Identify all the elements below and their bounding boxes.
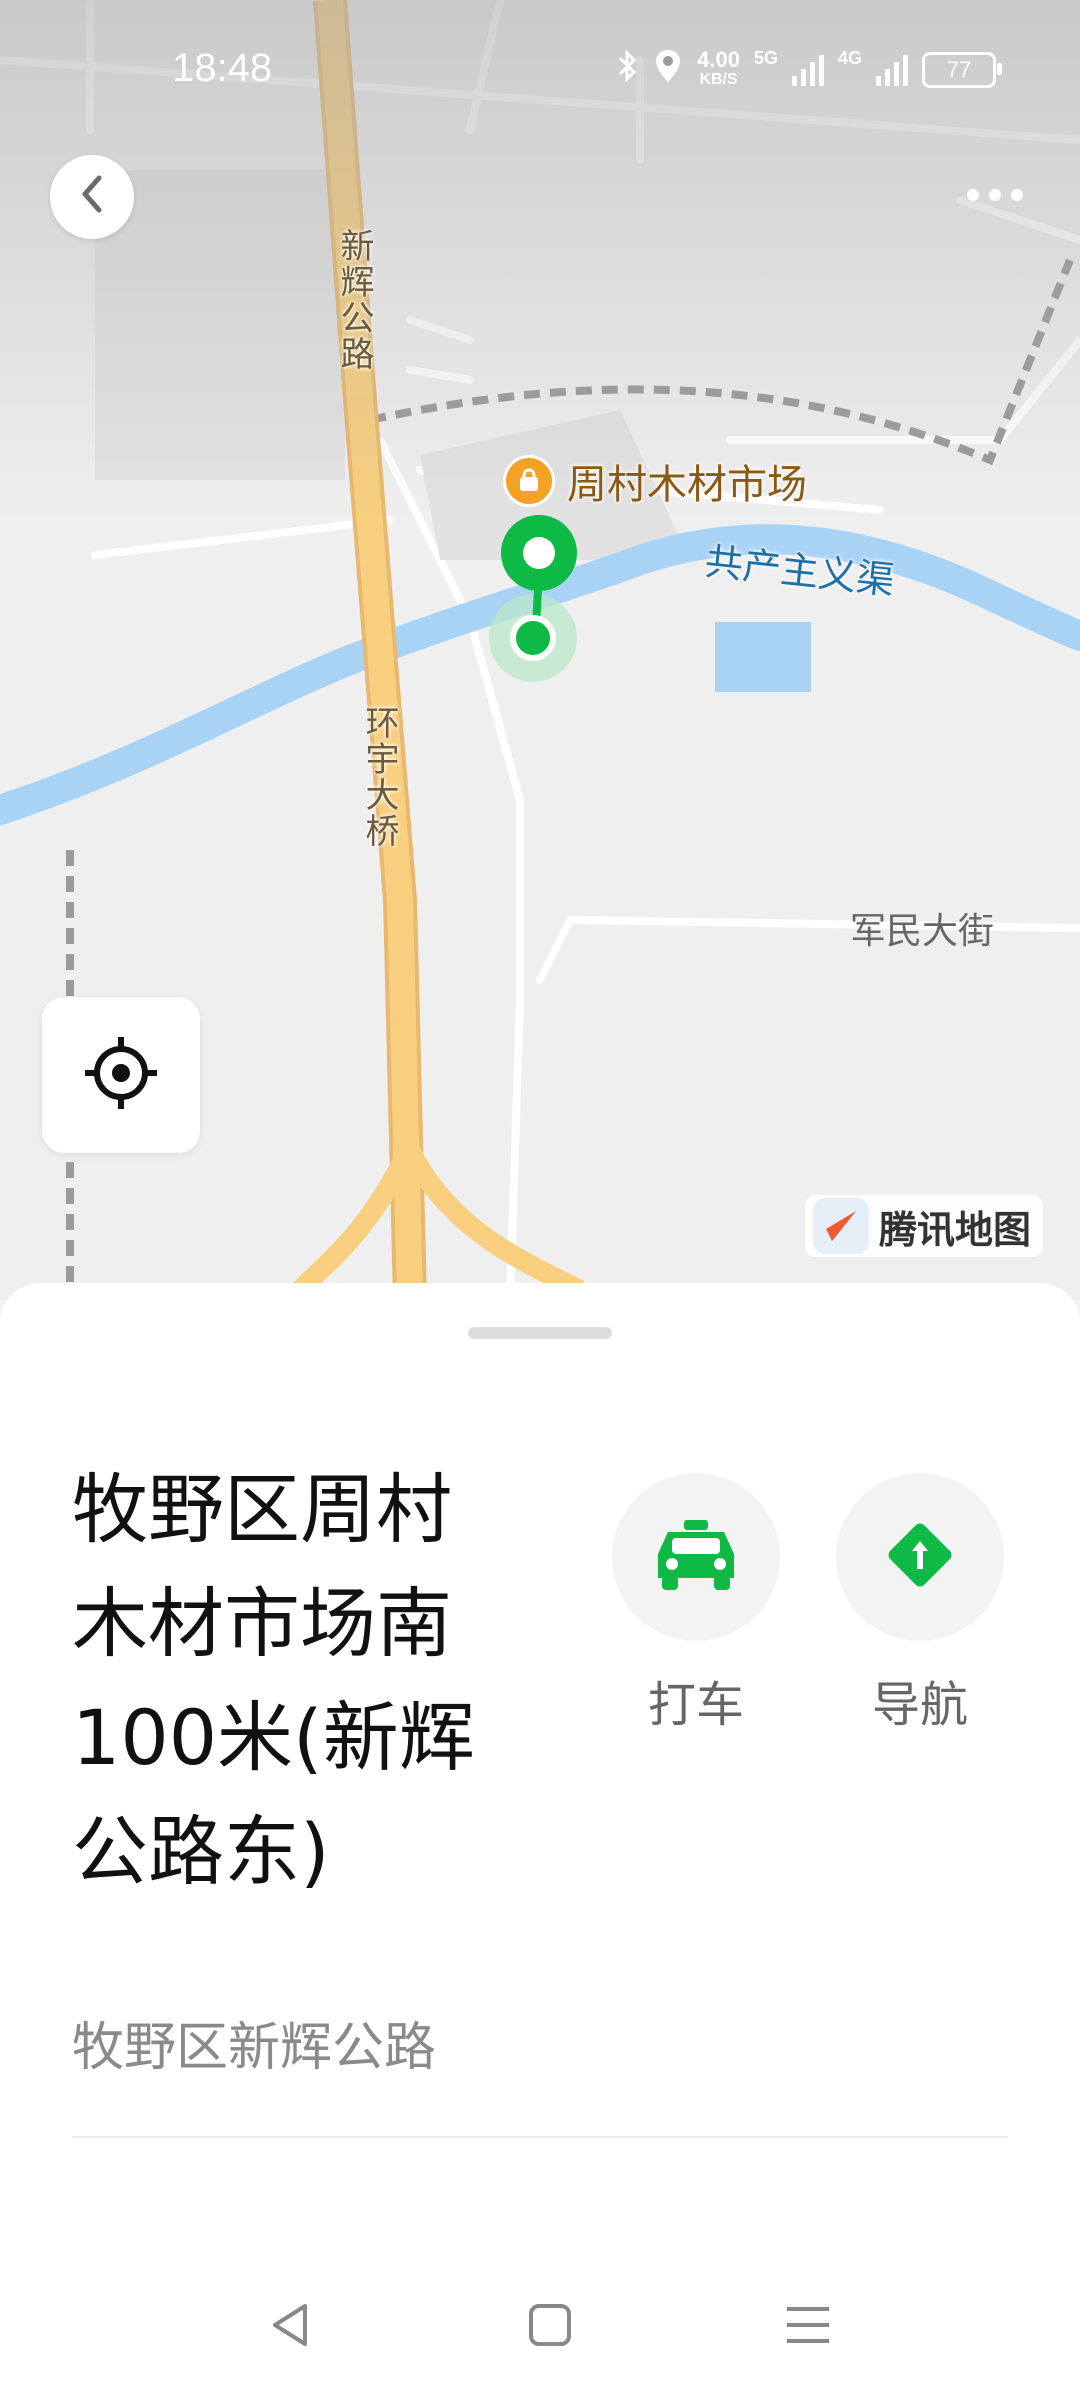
dot-icon <box>1011 189 1023 201</box>
taxi-button-circle[interactable] <box>612 1473 780 1641</box>
bluetooth-icon <box>617 49 639 90</box>
compass-logo-icon <box>813 1198 869 1254</box>
pond <box>715 622 811 692</box>
place-address: 牧野区新辉公路 <box>72 2018 437 2078</box>
signal-4g-icon <box>876 54 908 86</box>
crosshair-icon <box>81 1033 161 1117</box>
bridge-label-huanyu: 环宇大桥 <box>359 705 399 849</box>
net-speed-value: 4.00 <box>697 46 740 72</box>
battery-icon: 77 <box>922 51 1002 88</box>
brand-name: 腾讯地图 <box>879 1207 1032 1252</box>
back-icon[interactable] <box>255 2290 325 2360</box>
signal-5g-icon <box>791 54 824 86</box>
status-icons: 4.00 KB/S 5G 4G 77 <box>617 46 1002 91</box>
sig2-label: 4G <box>837 48 862 68</box>
my-location-button[interactable] <box>42 997 200 1153</box>
system-nav-bar <box>0 2280 1080 2370</box>
divider <box>72 2136 1008 2138</box>
home-icon[interactable] <box>515 2290 585 2360</box>
taxi-button[interactable]: 打车 <box>612 1473 780 1735</box>
status-bar: 18:48 4.00 KB/S 5G 4G 77 <box>0 0 1080 140</box>
road-label-xinhui: 新辉公路 <box>334 228 374 372</box>
shopping-bag-icon <box>503 455 555 507</box>
chevron-left-icon <box>77 168 107 226</box>
taxi-label: 打车 <box>647 1677 744 1733</box>
map-block <box>95 170 345 480</box>
poi-label[interactable]: 周村木材市场 <box>503 452 807 510</box>
sheet-drag-handle[interactable] <box>468 1327 612 1339</box>
navigation-label: 导航 <box>871 1677 968 1733</box>
navigation-button[interactable]: 导航 <box>836 1473 1004 1735</box>
navigation-icon <box>880 1515 960 1599</box>
street-label-junmin: 军民大街 <box>850 911 995 952</box>
map-view[interactable]: 新辉公路 环宇大桥 周村木材市场 共产主义渠 军民大街 腾讯地图 <box>0 0 1080 1300</box>
back-button[interactable] <box>50 155 134 239</box>
map-brand-logo: 腾讯地图 <box>805 1195 1044 1257</box>
location-icon <box>653 48 683 91</box>
network-speed: 4.00 KB/S <box>697 46 740 90</box>
place-detail-sheet: 牧野区周村木材市场南100米(新辉公路东) 打车 导航 牧野区新辉公路 <box>0 1283 1080 2400</box>
status-time: 18:48 <box>172 46 273 90</box>
dot-icon <box>989 189 1001 201</box>
sig1-label: 5G <box>753 48 778 68</box>
marker-pin-center <box>523 537 555 569</box>
net-speed-unit: KB/S <box>699 70 738 88</box>
ramp-right <box>401 1145 585 1299</box>
rail-line <box>369 258 1074 466</box>
location-dot <box>510 615 556 661</box>
dot-icon <box>967 189 979 201</box>
menu-icon[interactable] <box>773 2290 843 2360</box>
more-options-button[interactable] <box>950 170 1040 220</box>
battery-level: 77 <box>946 56 972 82</box>
poi-name: 周村木材市场 <box>567 462 807 508</box>
taxi-icon <box>654 1518 738 1596</box>
navigation-button-circle[interactable] <box>836 1473 1004 1641</box>
place-title: 牧野区周村木材市场南100米(新辉公路东) <box>72 1465 475 1896</box>
